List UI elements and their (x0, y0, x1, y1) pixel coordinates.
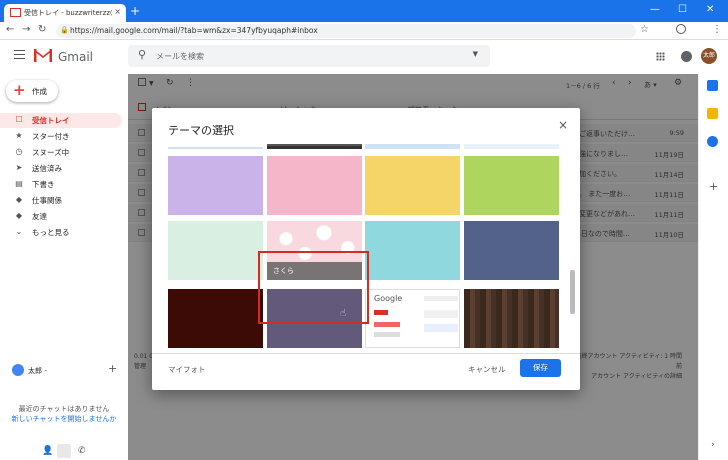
theme-thumb-pale[interactable] (464, 144, 559, 149)
new-tab-button[interactable]: + (130, 5, 140, 17)
theme-thumb-default-preview[interactable]: Google (365, 289, 460, 348)
preview-compose-bar (374, 310, 388, 315)
browser-tab[interactable]: 受信トレイ - buzzwriterzz@gmail.c × (4, 4, 126, 22)
save-button[interactable]: 保存 (520, 359, 561, 377)
sidebar-item[interactable]: ▤ 下書き (0, 177, 122, 192)
add-addon-icon[interactable]: + (709, 180, 718, 193)
theme-thumb-mint[interactable] (168, 221, 263, 280)
theme-thumb-dark[interactable] (267, 144, 362, 149)
sidebar-item-label: 送信済み (32, 164, 62, 173)
theme-grid-scrollbar[interactable] (570, 270, 575, 314)
theme-thumb-teal[interactable] (365, 221, 460, 280)
sidebar-item[interactable]: ➤ 送信済み (0, 161, 122, 176)
label-icon: ◆ (15, 211, 23, 220)
tab-close-icon[interactable]: × (114, 7, 121, 16)
search-input[interactable]: メールを検索 (156, 51, 204, 62)
theme-thumb-pink[interactable] (267, 156, 362, 215)
keep-icon[interactable] (707, 108, 718, 119)
my-photos-link[interactable]: マイフォト (168, 364, 206, 375)
main-menu-icon[interactable] (14, 50, 25, 59)
theme-thumb-light[interactable] (168, 144, 263, 149)
account-avatar[interactable]: 太郎 (701, 48, 717, 64)
no-chats-text: 最近のチャットはありません (18, 405, 110, 413)
theme-grid: さくら Google ☝ (152, 144, 580, 354)
compose-button[interactable]: + 作成 (6, 80, 58, 102)
clock-icon: ◷ (15, 147, 23, 156)
label-icon: ◆ (15, 195, 23, 204)
url-bar[interactable]: 🔒 https://mail.google.com/mail/?tab=wm&z… (56, 24, 636, 38)
draft-icon: ▤ (15, 179, 23, 188)
sidebar-item-label: 受信トレイ (32, 116, 70, 125)
hangouts-user-name[interactable]: 太郎 - (28, 366, 47, 376)
sidebar-item[interactable]: ◆ 仕事関係 (0, 193, 122, 208)
dialog-title: テーマの選択 (168, 124, 234, 137)
bookmark-star-icon[interactable]: ☆ (640, 24, 649, 35)
cancel-button[interactable]: キャンセル (468, 364, 506, 375)
sidebar-item-label: スヌーズ中 (32, 148, 70, 157)
inbox-icon: ☐ (15, 115, 23, 124)
selected-theme-highlight (258, 251, 369, 324)
send-icon: ➤ (15, 163, 23, 172)
maximize-button[interactable]: ☐ (678, 4, 687, 15)
url-text: https://mail.google.com/mail/?tab=wm&zx=… (70, 26, 318, 35)
chevron-down-icon: ⌄ (15, 227, 23, 236)
notifications-icon[interactable] (681, 51, 692, 62)
menu-icon[interactable]: ⋮ (712, 24, 722, 35)
forward-icon[interactable]: → (22, 24, 30, 35)
back-icon[interactable]: ← (6, 24, 14, 35)
minimize-button[interactable]: — (650, 4, 660, 15)
new-chat-icon[interactable]: + (108, 362, 117, 375)
sidebar-item[interactable]: ⌄ もっと見る (0, 225, 122, 240)
search-box[interactable]: ⚲ メールを検索 ▼ (128, 45, 490, 67)
gmail-logo-icon (34, 48, 52, 62)
apps-grid-icon[interactable] (656, 52, 665, 61)
phone-icon[interactable]: ✆ (78, 446, 86, 456)
sidebar-item[interactable]: ★ スター付き (0, 129, 122, 144)
gmail-favicon-icon (10, 8, 21, 17)
sidebar-item-label: 仕事関係 (32, 196, 62, 205)
theme-thumb-navy[interactable] (464, 221, 559, 280)
sidebar-item-label: もっと見る (32, 228, 70, 237)
hangouts-tab-icon[interactable] (57, 444, 71, 458)
calendar-icon[interactable] (707, 80, 718, 91)
close-icon[interactable]: × (558, 118, 568, 132)
sidebar-item[interactable]: ◷ スヌーズ中 (0, 145, 122, 160)
lock-icon: 🔒 (60, 26, 69, 34)
theme-thumb-green[interactable] (464, 156, 559, 215)
star-icon: ★ (15, 131, 23, 140)
mouse-pointer-icon: ☝ (340, 308, 347, 319)
sidebar-item[interactable]: ◆ 友達 (0, 209, 122, 224)
gmail-wordmark: Gmail (58, 50, 94, 64)
window-close-button[interactable]: ✕ (706, 4, 714, 15)
sidebar-item-label: スター付き (32, 132, 70, 141)
reload-icon[interactable]: ↻ (38, 24, 46, 35)
preview-google-logo: Google (374, 294, 403, 303)
profile-icon[interactable] (676, 24, 686, 34)
preview-row (424, 324, 458, 332)
preview-row (424, 310, 458, 318)
sidebar-item[interactable]: ☐ 受信トレイ (0, 113, 122, 128)
side-panel (698, 74, 728, 460)
user-avatar (12, 364, 24, 376)
start-chat-link[interactable]: 新しいチャットを開始しませんか (0, 414, 128, 424)
preview-nav-bar (374, 322, 400, 327)
sidebar-item-label: 友達 (32, 212, 47, 221)
compose-plus-icon: + (13, 81, 26, 99)
compose-label: 作成 (32, 87, 47, 96)
tasks-icon[interactable] (707, 136, 718, 147)
theme-thumb-maroon[interactable] (168, 289, 263, 348)
sidebar-item-label: 下書き (32, 180, 55, 189)
contacts-icon[interactable]: 👤 (42, 446, 53, 456)
browser-tab-title: 受信トレイ - buzzwriterzz@gmail.c (24, 9, 112, 17)
expand-panel-icon[interactable]: › (711, 440, 715, 450)
search-icon: ⚲ (138, 48, 147, 61)
theme-thumb-sky[interactable] (365, 144, 460, 149)
preview-nav-bar (374, 332, 400, 337)
preview-search-bar (424, 296, 458, 301)
theme-thumb-yellow[interactable] (365, 156, 460, 215)
theme-dialog: テーマの選択 × さくら Google ☝ マイフォト キャンセル 保存 (152, 108, 580, 390)
theme-thumb-purple[interactable] (168, 156, 263, 215)
search-options-icon[interactable]: ▼ (473, 50, 478, 58)
theme-thumb-wood[interactable] (464, 289, 559, 348)
